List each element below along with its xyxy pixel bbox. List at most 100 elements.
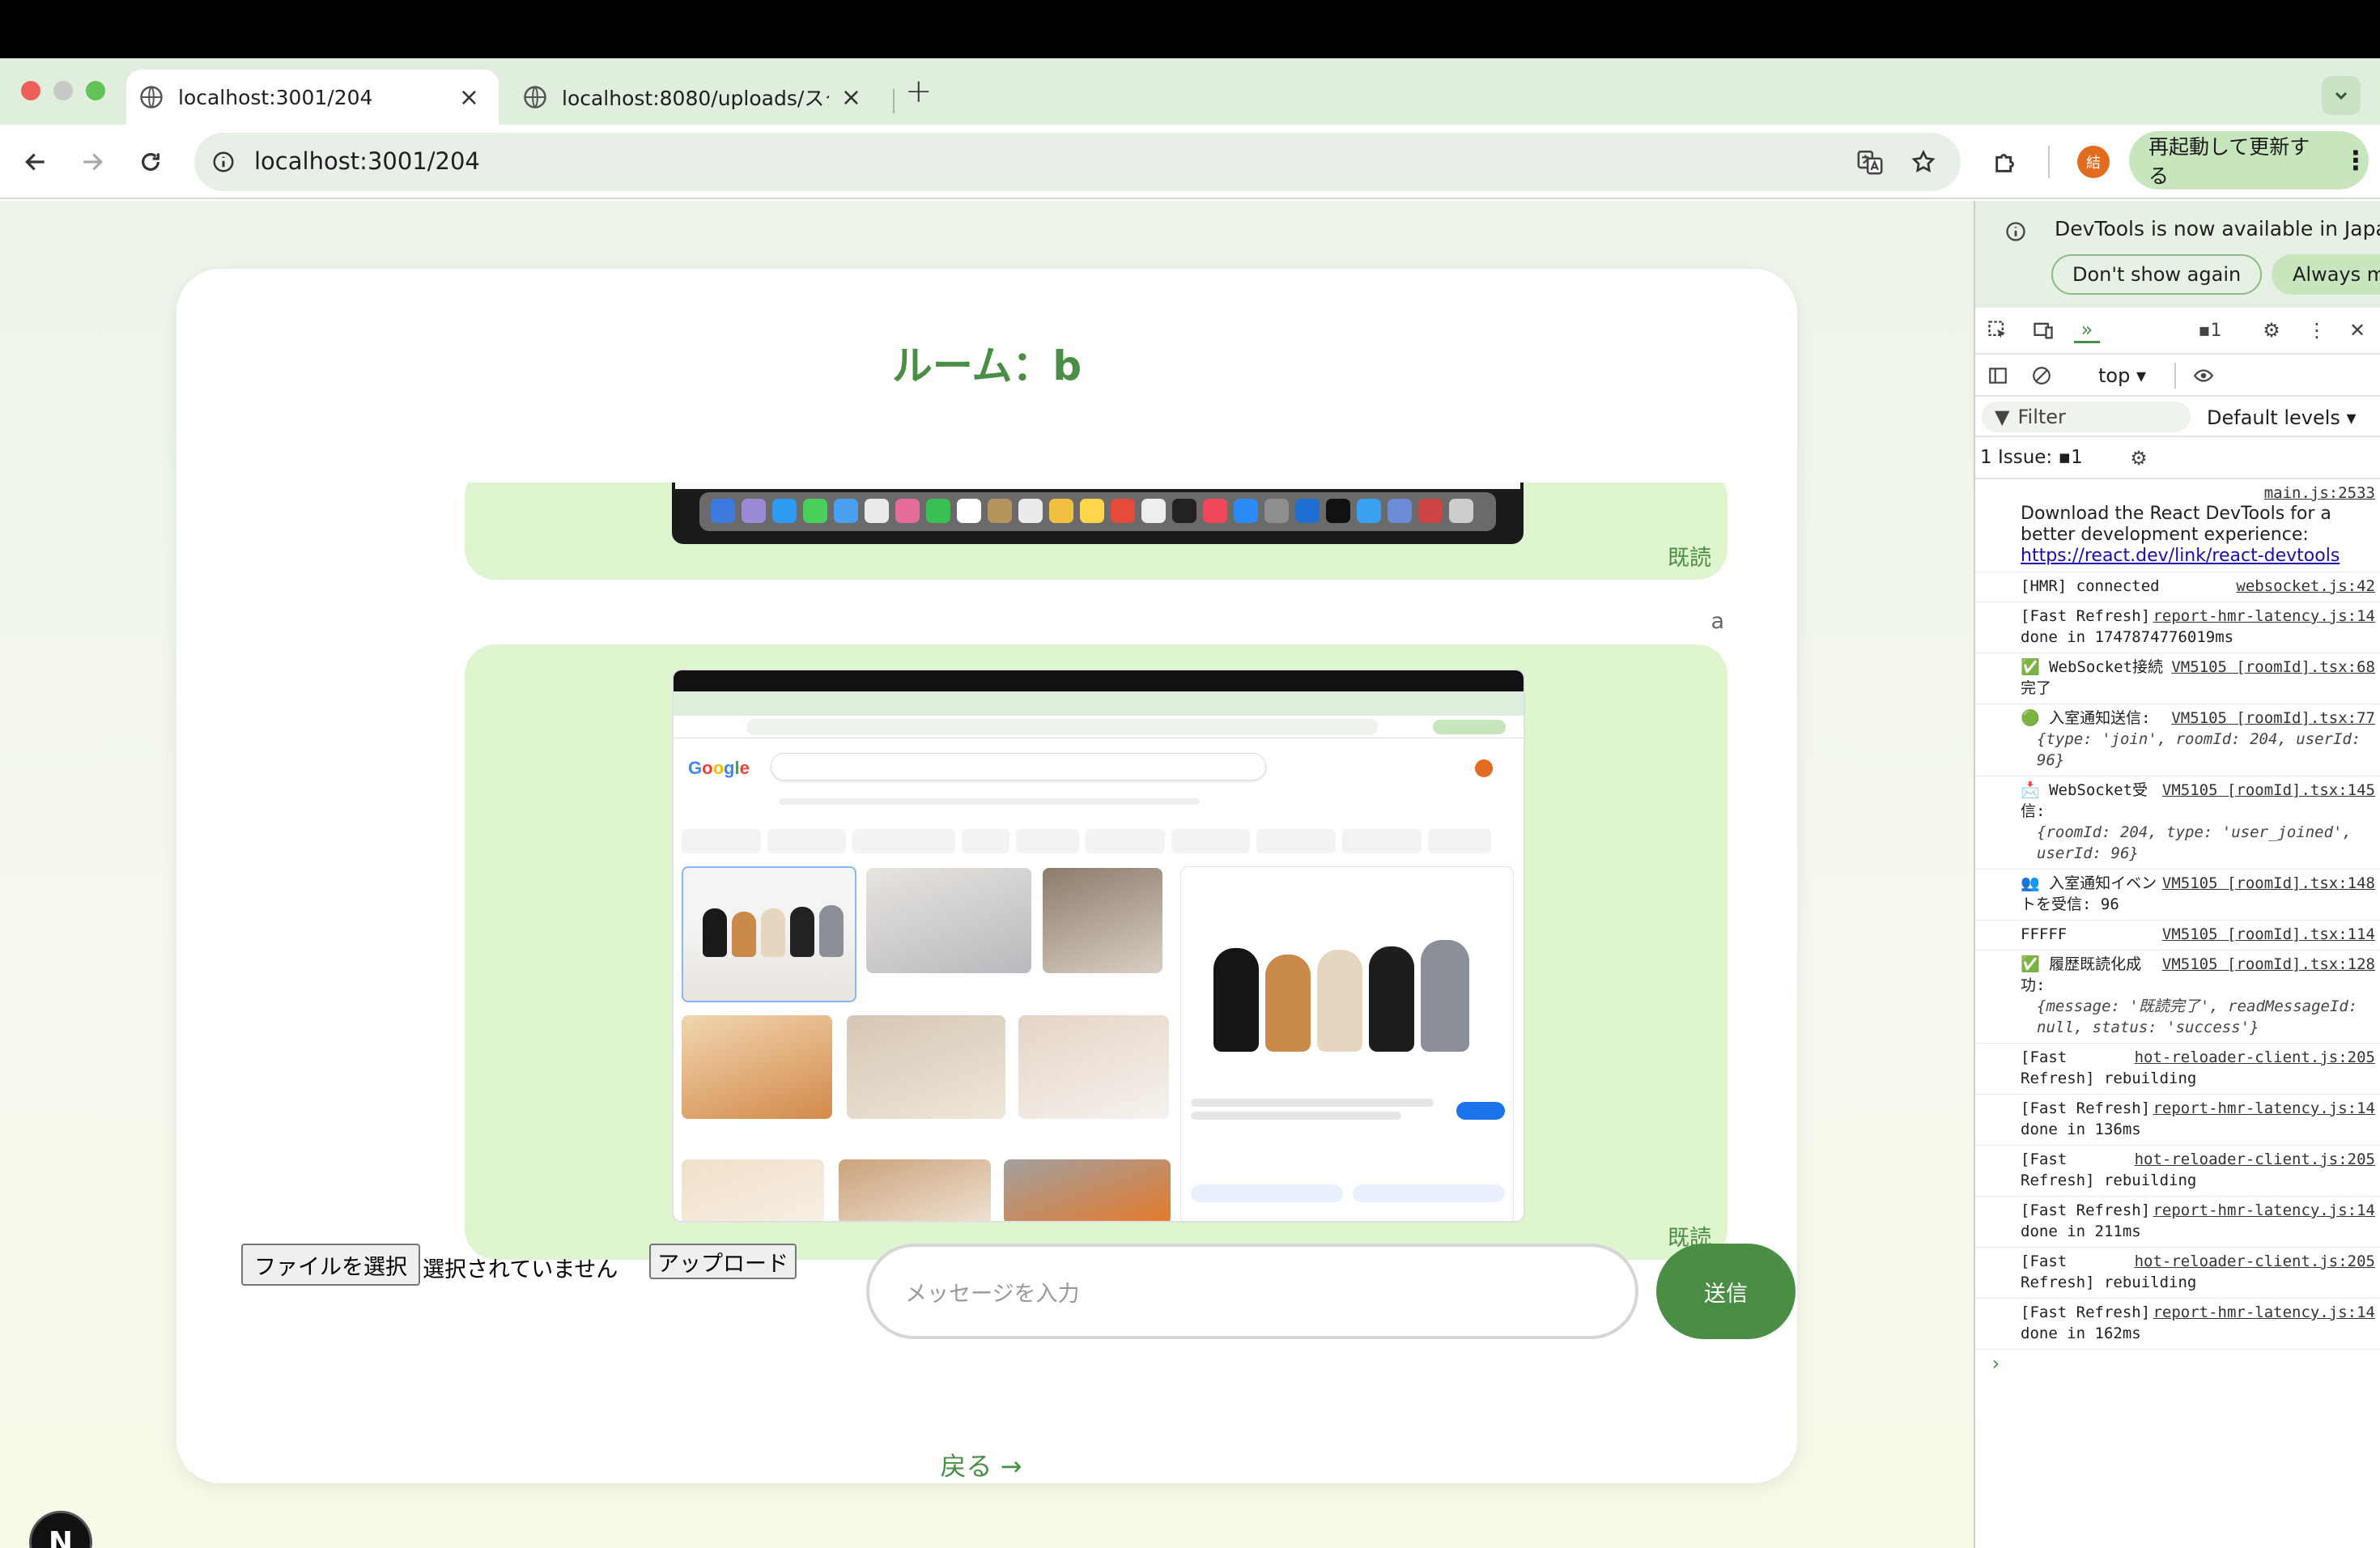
message-list[interactable]: 既読 a Google 既読 — [465, 483, 1728, 1333]
console-message: report-hmr-latency.js:14 [Fast Refresh] … — [1975, 1299, 2380, 1350]
log-source[interactable]: hot-reloader-client.js:205 — [2135, 1251, 2375, 1272]
devtools-main-toolbar: » ▪ 1 ⚙ ⋮ ✕ — [1975, 308, 2380, 355]
send-button[interactable]: 送信 — [1656, 1244, 1796, 1339]
console-toolbar: top ▾ — [1975, 355, 2380, 397]
url-text: localhost:3001/204 — [254, 147, 480, 175]
google-nav — [779, 798, 1200, 805]
maximize-window-button[interactable] — [86, 81, 105, 100]
log-link[interactable]: https://react.dev/link/react-devtools — [2021, 546, 2375, 567]
info-icon — [2004, 220, 2027, 246]
log-text: 🟢 入室通知送信: — [2021, 709, 2151, 727]
more-vert-icon[interactable]: ⋮ — [2304, 317, 2330, 343]
log-source[interactable]: hot-reloader-client.js:205 — [2135, 1047, 2375, 1068]
log-source[interactable]: VM5105 [roomId].tsx:114 — [2162, 924, 2375, 945]
arrow-left-icon — [25, 153, 45, 171]
tab-separator — [893, 89, 895, 113]
gear-icon[interactable]: ⚙ — [2126, 445, 2152, 471]
context-label: top — [2098, 364, 2131, 387]
console-message: report-hmr-latency.js:14 [Fast Refresh] … — [1975, 1095, 2380, 1146]
log-source[interactable]: VM5105 [roomId].tsx:128 — [2162, 954, 2375, 975]
log-levels-dropdown[interactable]: Default levels ▾ — [2207, 406, 2357, 429]
update-label: 再起動して更新する — [2148, 135, 2310, 188]
tab-localhost-8080[interactable]: localhost:8080/uploads/スクリ × — [512, 70, 881, 125]
nextjs-dev-indicator[interactable]: N — [29, 1511, 92, 1548]
filter-icon: ▼ — [1995, 406, 2010, 428]
close-window-button[interactable] — [21, 81, 40, 100]
translate-icon[interactable] — [1855, 147, 1885, 176]
page-viewport: ルーム：b 既読 a Google 既読 ファイルを選択 選択されていません ア… — [0, 201, 1974, 1548]
choose-file-button[interactable]: ファイルを選択 — [241, 1244, 420, 1286]
close-devtools-icon[interactable]: ✕ — [2344, 317, 2370, 343]
console-message: hot-reloader-client.js:205 [Fast Refresh… — [1975, 1044, 2380, 1095]
tab-search-button[interactable] — [2322, 76, 2361, 115]
issues-label: 1 Issue: — [1980, 447, 2053, 468]
console-message: VM5105 [roomId].tsx:114 FFFFF — [1975, 921, 2380, 950]
log-text: 👥 入室通知イベントを受信: 96 — [2021, 874, 2157, 913]
screenshot-top — [674, 670, 1524, 691]
issues-badge[interactable]: ▪ 1 — [2186, 317, 2234, 343]
console-log-list[interactable]: main.js:2533 Download the React DevTools… — [1975, 479, 2380, 1532]
minimize-window-button[interactable] — [53, 81, 73, 100]
profile-avatar[interactable]: 結 — [2077, 146, 2110, 178]
log-source[interactable]: report-hmr-latency.js:14 — [2153, 606, 2375, 627]
extensions-button[interactable] — [1988, 144, 2024, 180]
log-text: ✅ WebSocket接続完了 — [2021, 658, 2164, 697]
devtools-panel: DevTools is now available in Japanese Do… — [1974, 201, 2380, 1548]
cat-preview-image — [1213, 932, 1489, 1053]
console-prompt[interactable]: › — [1975, 1350, 2380, 1379]
log-source[interactable]: websocket.js:42 — [2236, 576, 2375, 597]
more-tabs-icon[interactable]: » — [2074, 317, 2100, 343]
log-source[interactable]: hot-reloader-client.js:205 — [2135, 1149, 2375, 1170]
clear-console-icon[interactable] — [2029, 363, 2055, 389]
log-source[interactable]: report-hmr-latency.js:14 — [2153, 1200, 2375, 1221]
filter-input[interactable]: ▼ Filter — [1982, 402, 2191, 432]
address-bar[interactable]: localhost:3001/204 — [194, 133, 1961, 191]
console-filter-row: ▼ Filter Default levels ▾ — [1975, 397, 2380, 437]
context-selector[interactable]: top ▾ — [2098, 364, 2146, 387]
device-toolbar-icon[interactable] — [2030, 317, 2056, 343]
message-input[interactable]: メッセージを入力 — [866, 1244, 1638, 1339]
eye-icon[interactable] — [2191, 363, 2216, 389]
reload-button[interactable] — [133, 144, 168, 180]
issues-summary[interactable]: 1 Issue: ▪1 — [1980, 447, 2083, 468]
close-tab-icon[interactable]: × — [841, 83, 861, 112]
log-source[interactable]: main.js:2533 — [2264, 483, 2375, 504]
log-object[interactable]: {message: '既読完了', readMessageId: null, s… — [2021, 996, 2375, 1038]
console-message: hot-reloader-client.js:205 [Fast Refresh… — [1975, 1248, 2380, 1299]
close-tab-icon[interactable]: × — [459, 83, 479, 112]
cat-thumbnail — [682, 866, 856, 1002]
log-source[interactable]: report-hmr-latency.js:14 — [2153, 1098, 2375, 1119]
upload-button[interactable]: アップロード — [649, 1244, 797, 1279]
message-image[interactable]: Google — [672, 669, 1525, 1223]
back-link[interactable]: 戻る → — [176, 1446, 1797, 1483]
console-message: websocket.js:42 [HMR] connected — [1975, 572, 2380, 602]
site-info-icon[interactable] — [209, 147, 238, 176]
cat-thumbnail — [866, 868, 1031, 973]
log-source[interactable]: VM5105 [roomId].tsx:145 — [2162, 780, 2375, 801]
sidebar-toggle-icon[interactable] — [1985, 363, 2011, 389]
console-message: report-hmr-latency.js:14 [Fast Refresh] … — [1975, 1197, 2380, 1248]
log-object[interactable]: {type: 'join', roomId: 204, userId: 96} — [2021, 729, 2375, 771]
log-source[interactable]: VM5105 [roomId].tsx:77 — [2171, 708, 2375, 729]
log-object[interactable]: {roomId: 204, type: 'user_joined', userI… — [2021, 822, 2375, 864]
new-tab-button[interactable]: + — [905, 73, 933, 110]
forward-button[interactable] — [74, 144, 110, 180]
cat-thumbnail — [682, 1159, 824, 1221]
dont-show-again-button[interactable]: Don't show again — [2051, 254, 2263, 295]
inspect-element-icon[interactable] — [1985, 317, 2011, 343]
log-source[interactable]: report-hmr-latency.js:14 — [2153, 1302, 2375, 1323]
devtools-language-banner: DevTools is now available in Japanese Do… — [1975, 201, 2380, 308]
always-match-button[interactable]: Always match Chrome's language — [2272, 254, 2380, 295]
log-source[interactable]: VM5105 [roomId].tsx:68 — [2171, 657, 2375, 678]
update-chrome-button[interactable]: 再起動して更新する ⋮ — [2129, 131, 2369, 189]
tab-localhost-3001[interactable]: localhost:3001/204 × — [126, 70, 499, 125]
console-message: report-hmr-latency.js:14 [Fast Refresh] … — [1975, 602, 2380, 653]
filter-placeholder: Filter — [2017, 406, 2066, 428]
message-image[interactable] — [672, 483, 1524, 544]
back-button[interactable] — [18, 144, 53, 180]
more-vert-icon[interactable]: ⋮ — [2343, 145, 2369, 176]
log-source[interactable]: VM5105 [roomId].tsx:148 — [2162, 873, 2375, 894]
gear-icon[interactable]: ⚙ — [2259, 317, 2284, 343]
divider — [2174, 363, 2176, 389]
bookmark-star-icon[interactable] — [1909, 147, 1938, 176]
